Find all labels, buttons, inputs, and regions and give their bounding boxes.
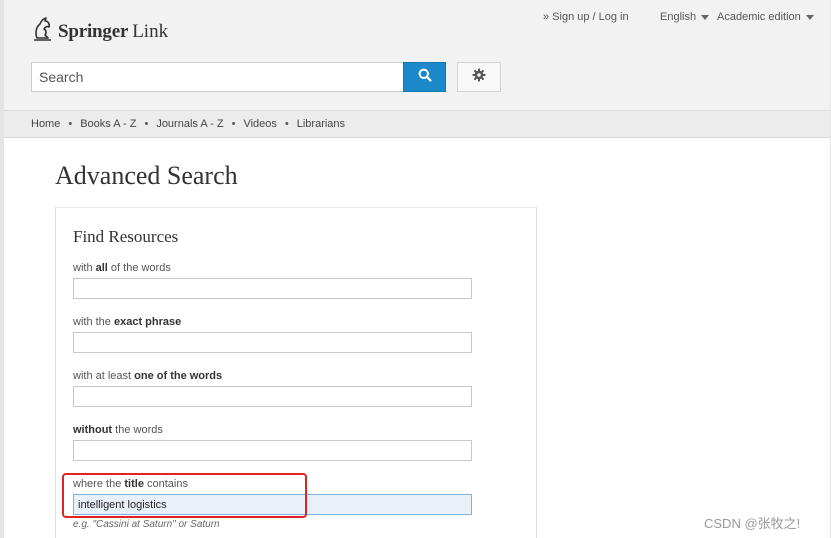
title-contains-label: where the title contains xyxy=(73,478,188,490)
chevron-down-icon xyxy=(805,14,814,20)
language-dropdown[interactable]: English xyxy=(660,11,710,23)
gear-icon xyxy=(472,68,486,87)
edition-dropdown[interactable]: Academic edition xyxy=(717,11,814,23)
nav-home[interactable]: Home xyxy=(31,118,60,130)
signup-login-link[interactable]: » Sign up / Log in xyxy=(543,11,629,23)
main-nav: Home • Books A - Z • Journals A - Z • Vi… xyxy=(4,111,830,138)
page: Springer Link » Sign up / Log in English… xyxy=(0,0,831,538)
without-words-label: without the words xyxy=(73,424,163,436)
language-label: English xyxy=(660,11,697,23)
nav-videos[interactable]: Videos xyxy=(243,118,276,130)
main-content: Advanced Search Find Resources with all … xyxy=(4,139,830,538)
nav-separator: • xyxy=(231,118,236,130)
search-bar xyxy=(31,62,446,92)
springer-horse-icon xyxy=(32,16,54,47)
nav-separator: • xyxy=(284,118,289,130)
one-of-words-input[interactable] xyxy=(73,386,472,407)
all-words-input[interactable] xyxy=(73,278,472,299)
logo-text-link: Link xyxy=(132,20,169,42)
logo-text-springer: Springer xyxy=(58,20,129,42)
exact-phrase-input[interactable] xyxy=(73,332,472,353)
springer-link-logo[interactable]: Springer Link xyxy=(32,16,168,47)
search-button[interactable] xyxy=(403,62,446,92)
nav-journals[interactable]: Journals A - Z xyxy=(156,118,223,130)
page-title: Advanced Search xyxy=(55,161,238,190)
search-input[interactable] xyxy=(31,62,403,92)
edition-label: Academic edition xyxy=(717,11,801,23)
title-contains-input[interactable] xyxy=(73,494,472,515)
exact-phrase-label: with the exact phrase xyxy=(73,316,182,328)
search-settings-button[interactable] xyxy=(457,62,501,92)
one-of-words-label: with at least one of the words xyxy=(73,370,223,382)
nav-books[interactable]: Books A - Z xyxy=(80,118,136,130)
nav-separator: • xyxy=(68,118,73,130)
watermark: CSDN @张牧之! xyxy=(704,516,801,531)
find-resources-panel: Find Resources with all of the words wit… xyxy=(55,207,537,538)
title-hint: e.g. "Cassini at Saturn" or Saturn xyxy=(73,519,220,530)
all-words-label: with all of the words xyxy=(73,262,171,274)
nav-separator: • xyxy=(144,118,149,130)
without-words-input[interactable] xyxy=(73,440,472,461)
chevron-down-icon xyxy=(701,14,710,20)
panel-title: Find Resources xyxy=(73,227,179,246)
search-icon xyxy=(418,68,432,87)
site-header: Springer Link » Sign up / Log in English… xyxy=(4,0,830,111)
nav-librarians[interactable]: Librarians xyxy=(297,118,345,130)
